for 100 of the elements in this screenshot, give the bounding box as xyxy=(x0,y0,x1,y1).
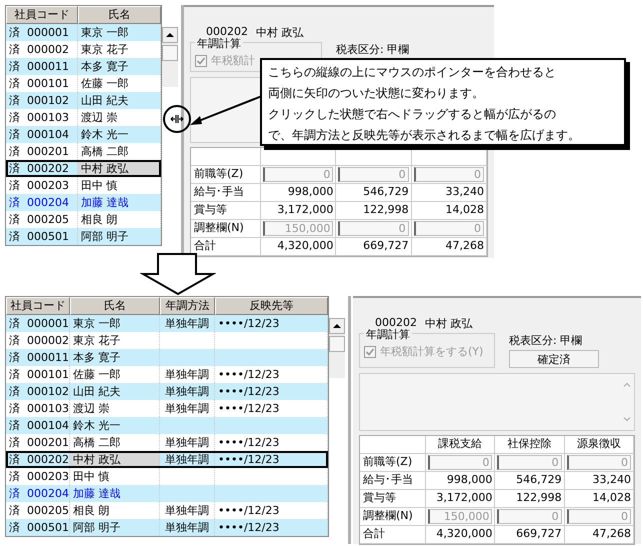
row-header: 賞与等 xyxy=(191,202,261,219)
table-cell: 14,028 xyxy=(412,202,487,219)
checkbox-label: 年税額計 xyxy=(211,53,255,68)
table-cell: 済 000001 xyxy=(6,24,78,41)
employee-code: 000202 xyxy=(206,25,248,38)
table-cell: ••••/12/23 xyxy=(215,519,328,536)
table-cell: 669,727 xyxy=(336,238,412,255)
scrollbar[interactable] xyxy=(162,27,178,87)
employee-name: 中村 政弘 xyxy=(425,316,472,331)
input-field[interactable]: 0 xyxy=(497,455,562,470)
employee-name: 中村 政弘 xyxy=(256,25,304,40)
checkbox[interactable] xyxy=(364,346,376,358)
input-field[interactable]: 0 xyxy=(414,167,484,182)
checkbox-label: 年税額計算をする(Y) xyxy=(380,344,484,359)
table-cell: 済 000102 xyxy=(6,383,70,400)
table-cell: 単独年調 xyxy=(160,315,215,332)
table-cell: ••••/12/23 xyxy=(215,451,328,468)
callout-text: で、年調方法と反映先等が表示されるまで幅を広げます。 xyxy=(268,127,581,144)
table-cell: 単独年調 xyxy=(160,451,215,468)
table-cell: 済 000501 xyxy=(6,228,78,245)
table-cell: 546,729 xyxy=(336,184,412,201)
column-header[interactable]: 年調方法 xyxy=(160,297,215,315)
table-cell: 33,240 xyxy=(564,472,634,489)
table-cell: 33,240 xyxy=(412,184,487,201)
table-cell: ••••/12/23 xyxy=(215,383,328,400)
table-cell: 加藤 達哉 xyxy=(70,485,160,502)
table-cell: 済 000501 xyxy=(6,519,70,536)
input-field[interactable]: 0 xyxy=(566,455,631,470)
input-field[interactable]: 0 xyxy=(338,221,409,236)
employee-code: 000202 xyxy=(375,316,417,329)
table-cell: 済 000204 xyxy=(6,194,78,211)
scroll-up-icon[interactable] xyxy=(162,27,178,43)
input-field[interactable]: 150,000 xyxy=(428,509,492,524)
column-header[interactable]: 氏名 xyxy=(70,297,160,315)
row-header: 給与･手当 xyxy=(191,184,261,201)
table-cell: 122,998 xyxy=(495,490,565,507)
input-field[interactable]: 0 xyxy=(263,167,334,182)
row-header: 賞与等 xyxy=(360,490,426,507)
input-field[interactable]: 0 xyxy=(566,509,631,524)
table-cell: 中村 政弘 xyxy=(78,160,161,177)
scroll-thumb[interactable] xyxy=(162,45,178,61)
table-cell: 鈴木 光一 xyxy=(78,126,161,143)
table-cell: 3,172,000 xyxy=(426,490,496,507)
input-field[interactable]: 0 xyxy=(497,509,562,524)
group-label: 年調計算 xyxy=(195,36,243,51)
status-button[interactable]: 確定済 xyxy=(509,350,599,368)
table-cell: 47,268 xyxy=(564,526,634,543)
table-cell: 4,320,000 xyxy=(261,238,336,255)
table-cell: ••••/12/23 xyxy=(215,315,328,332)
tax-class-label: 税表区分: 甲欄 xyxy=(336,42,410,57)
table-cell: 済 000011 xyxy=(6,58,78,75)
table-cell: 済 000102 xyxy=(6,92,78,109)
scroll-thumb[interactable] xyxy=(329,336,345,352)
group-label: 年調計算 xyxy=(364,327,412,342)
column-header[interactable]: 社員コード xyxy=(6,297,70,315)
table-cell: 済 000011 xyxy=(6,349,70,366)
memo-field[interactable] xyxy=(359,373,635,431)
table-cell: 単独年調 xyxy=(160,519,215,536)
table-cell: 鈴木 光一 xyxy=(70,417,160,434)
table-cell: 単独年調 xyxy=(160,383,215,400)
row-header: 前職等(Z) xyxy=(191,166,261,183)
scroll-down-icon[interactable] xyxy=(622,414,632,424)
scroll-up-icon[interactable] xyxy=(329,318,345,334)
resize-cursor-icon xyxy=(170,114,184,124)
table-cell: 3,172,000 xyxy=(261,202,336,219)
highlight-circle xyxy=(162,104,192,134)
table-cell: 本多 寛子 xyxy=(78,58,161,75)
table-cell: 47,268 xyxy=(412,238,487,255)
column-header[interactable]: 氏名 xyxy=(78,6,161,24)
input-field[interactable]: 0 xyxy=(338,167,409,182)
table-cell: 998,000 xyxy=(261,184,336,201)
column-header[interactable]: 社員コード xyxy=(6,6,78,24)
splitter-handle[interactable] xyxy=(348,296,351,544)
scrollbar[interactable] xyxy=(329,318,345,378)
table-cell: 済 000104 xyxy=(6,126,78,143)
callout-text: クリックした状態で右へドラッグすると幅が広がるの xyxy=(268,106,557,123)
row-header: 合計 xyxy=(360,526,426,543)
table-cell: 669,727 xyxy=(495,526,565,543)
table-cell: 阿部 明子 xyxy=(78,228,161,245)
table-cell: 山田 紀夫 xyxy=(70,383,160,400)
table-cell: 122,998 xyxy=(336,202,412,219)
table-cell: 東京 一郎 xyxy=(70,315,160,332)
callout-text: こちらの縦線の上にマウスのポインターを合わせると xyxy=(268,64,557,81)
checkbox[interactable] xyxy=(195,54,207,66)
column-header[interactable]: 反映先等 xyxy=(215,297,328,315)
table-cell: 本多 寛子 xyxy=(70,349,160,366)
table-cell: 4,320,000 xyxy=(426,526,496,543)
table-cell: 済 000104 xyxy=(6,417,70,434)
table-cell: 山田 紀夫 xyxy=(78,92,161,109)
column-header: 源泉徴収 xyxy=(564,436,634,453)
column-header: 社保控除 xyxy=(495,436,565,453)
column-header: 課税支給 xyxy=(426,436,496,453)
table-cell: 東京 一郎 xyxy=(78,24,161,41)
input-field[interactable]: 150,000 xyxy=(263,221,334,236)
row-header: 調整欄(N) xyxy=(360,508,426,525)
table-cell: 998,000 xyxy=(426,472,496,489)
row-header: 給与･手当 xyxy=(360,472,426,489)
row-header: 前職等(Z) xyxy=(360,454,426,471)
input-field[interactable]: 0 xyxy=(414,221,484,236)
input-field[interactable]: 0 xyxy=(428,455,492,470)
